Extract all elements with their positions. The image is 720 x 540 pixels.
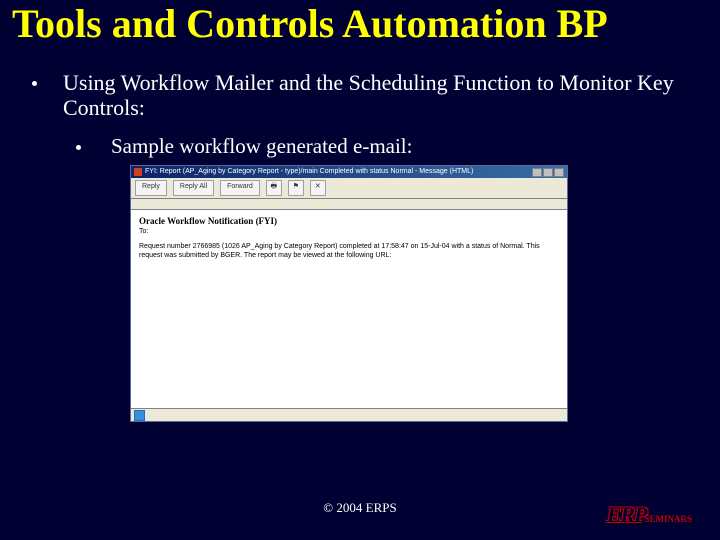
bullet-dot-icon bbox=[32, 81, 37, 86]
slide-title: Tools and Controls Automation BP bbox=[0, 0, 720, 44]
mail-heading: Oracle Workflow Notification (FYI) bbox=[139, 216, 559, 226]
slide-body: Using Workflow Mailer and the Scheduling… bbox=[0, 44, 720, 422]
bullet-level1: Using Workflow Mailer and the Scheduling… bbox=[30, 70, 690, 120]
reply-button[interactable]: Reply bbox=[135, 180, 167, 196]
maximize-icon[interactable] bbox=[543, 168, 553, 177]
mail-content: Oracle Workflow Notification (FYI) To: R… bbox=[131, 210, 567, 408]
logo-sub: SEMINARS bbox=[644, 514, 692, 524]
mail-body-text: Request number 2766985 (1026 AP_Aging by… bbox=[139, 243, 559, 260]
forward-button[interactable]: Forward bbox=[220, 180, 260, 196]
bullet-level1-text: Using Workflow Mailer and the Scheduling… bbox=[63, 70, 690, 120]
delete-icon[interactable]: ✕ bbox=[310, 180, 326, 196]
bullet-level2: Sample workflow generated e-mail: bbox=[74, 134, 690, 159]
window-title-text: FYI: Report (AP_Aging by Category Report… bbox=[145, 166, 473, 178]
ie-icon bbox=[134, 410, 145, 421]
reply-all-button[interactable]: Reply All bbox=[173, 180, 214, 196]
window-controls bbox=[532, 168, 564, 177]
print-icon[interactable]: 🖶 bbox=[266, 180, 282, 196]
window-titlebar: FYI: Report (AP_Aging by Category Report… bbox=[131, 166, 567, 178]
minimize-icon[interactable] bbox=[532, 168, 542, 177]
address-bar bbox=[131, 199, 567, 210]
bullet-level2-text: Sample workflow generated e-mail: bbox=[111, 134, 412, 159]
logo-main: ERP bbox=[607, 502, 647, 527]
mail-toolbar: Reply Reply All Forward 🖶 ⚑ ✕ bbox=[131, 178, 567, 199]
close-icon[interactable] bbox=[554, 168, 564, 177]
erp-seminars-logo: ERPSEMINARS bbox=[607, 504, 692, 526]
app-icon bbox=[134, 168, 142, 176]
mail-to-line: To: bbox=[139, 228, 559, 235]
email-screenshot: FYI: Report (AP_Aging by Category Report… bbox=[130, 165, 568, 422]
status-bar bbox=[131, 408, 567, 421]
flag-icon[interactable]: ⚑ bbox=[288, 180, 304, 196]
bullet-dot-icon bbox=[76, 145, 81, 150]
